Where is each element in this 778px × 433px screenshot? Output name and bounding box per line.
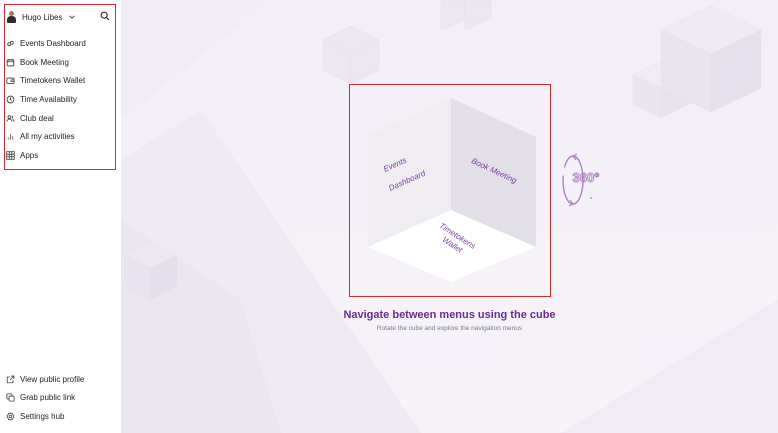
user-menu[interactable]: Hugo Libes bbox=[6, 9, 110, 25]
settings-hub-link[interactable]: Settings hub bbox=[6, 407, 118, 426]
external-link-icon bbox=[6, 375, 15, 383]
nav-item-label: Club deal bbox=[20, 113, 54, 123]
chevron-down-icon[interactable] bbox=[68, 13, 76, 21]
nav-item-club-deal[interactable]: Club deal bbox=[6, 109, 114, 128]
grid-icon bbox=[6, 151, 15, 160]
nav-item-label: Timetokens Wallet bbox=[20, 76, 86, 86]
search-icon[interactable] bbox=[100, 11, 110, 21]
nav-item-book-meeting[interactable]: Book Meeting bbox=[6, 53, 114, 72]
calendar-icon bbox=[6, 58, 15, 66]
main-content: Events Dashboard Book Meeting Timetokens… bbox=[121, 0, 778, 433]
nav-item-all-my-activities[interactable]: All my activities bbox=[6, 127, 114, 146]
wallet-icon bbox=[6, 77, 15, 85]
nav-item-time-availability[interactable]: Time Availability bbox=[6, 90, 114, 109]
rotate-360-label: 360° bbox=[573, 170, 600, 185]
cube-navigator[interactable]: Events Dashboard Book Meeting Timetokens… bbox=[349, 84, 551, 297]
rotate-360-icon[interactable]: 360° bbox=[555, 152, 611, 208]
nav-item-label: All my activities bbox=[20, 132, 75, 142]
nav-item-label: Apps bbox=[20, 150, 39, 160]
users-icon bbox=[6, 114, 15, 122]
nav-item-label: Time Availability bbox=[20, 94, 77, 104]
main-nav: Events Dashboard Book Meeting Timetokens… bbox=[6, 34, 114, 165]
nav-item-events-dashboard[interactable]: Events Dashboard bbox=[6, 34, 114, 53]
cube-graphic[interactable]: Events Dashboard Book Meeting Timetokens… bbox=[350, 85, 550, 296]
link-icon bbox=[7, 40, 14, 46]
nav-item-label: Events Dashboard bbox=[20, 38, 86, 48]
avatar bbox=[6, 10, 17, 24]
nav-item-label: Grab public link bbox=[20, 393, 76, 403]
nav-item-label: Book Meeting bbox=[20, 57, 69, 67]
user-name: Hugo Libes bbox=[22, 12, 63, 22]
sidebar: Hugo Libes Events Dashboard Book Meeting bbox=[0, 0, 121, 433]
cube-headline: Navigate between menus using the cube bbox=[343, 309, 556, 321]
nav-item-timetokens-wallet[interactable]: Timetokens Wallet bbox=[6, 71, 114, 90]
bar-chart-icon bbox=[7, 134, 14, 140]
grab-public-link[interactable]: Grab public link bbox=[6, 389, 118, 408]
view-public-profile-link[interactable]: View public profile bbox=[6, 370, 118, 389]
gear-icon bbox=[6, 411, 15, 421]
nav-item-apps[interactable]: Apps bbox=[6, 146, 114, 165]
nav-item-label: View public profile bbox=[20, 374, 85, 384]
bottom-nav: View public profile Grab public link Set… bbox=[6, 370, 118, 426]
nav-item-label: Settings hub bbox=[20, 411, 65, 421]
cube-subline: Rotate the cube and explore the navigati… bbox=[376, 325, 523, 332]
clock-icon bbox=[6, 95, 15, 104]
copy-icon bbox=[6, 393, 15, 402]
